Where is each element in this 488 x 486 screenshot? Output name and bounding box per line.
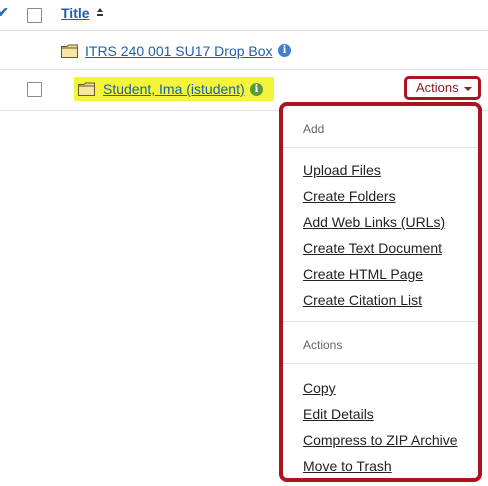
menu-item-edit-details[interactable]: Edit Details: [303, 406, 374, 422]
check-icon[interactable]: ✔: [0, 4, 9, 21]
menu-item-create-text-document[interactable]: Create Text Document: [303, 240, 442, 256]
menu-item-create-citation-list[interactable]: Create Citation List: [303, 292, 422, 308]
menu-divider: [283, 147, 478, 148]
menu-item-compress-zip[interactable]: Compress to ZIP Archive: [303, 432, 458, 448]
folder-link-drop-box[interactable]: ITRS 240 001 SU17 Drop Box: [85, 43, 273, 59]
caret-down-icon: [464, 87, 472, 91]
menu-item-move-to-trash[interactable]: Move to Trash: [303, 458, 392, 474]
menu-item-add-web-links[interactable]: Add Web Links (URLs): [303, 214, 445, 230]
actions-button-label: Actions: [416, 80, 459, 95]
menu-item-upload-files[interactable]: Upload Files: [303, 162, 381, 178]
table-row: ITRS 240 001 SU17 Drop Box i: [0, 31, 488, 70]
menu-item-create-folders[interactable]: Create Folders: [303, 188, 396, 204]
folder-icon: [61, 44, 78, 58]
sort-ascending-icon[interactable]: [96, 7, 104, 17]
actions-button[interactable]: Actions: [404, 76, 481, 100]
menu-divider: [283, 363, 478, 364]
table-header-row: ✔ Title: [0, 0, 488, 31]
menu-section-header-actions: Actions: [303, 338, 343, 352]
folder-link-student[interactable]: Student, Ima (istudent): [103, 81, 245, 97]
title-column-header[interactable]: Title: [61, 5, 90, 21]
folder-icon: [78, 82, 95, 96]
actions-dropdown-menu: Add Upload Files Create Folders Add Web …: [279, 102, 482, 482]
info-icon[interactable]: i: [278, 44, 291, 57]
row-checkbox[interactable]: [27, 82, 42, 97]
select-all-checkbox[interactable]: [27, 8, 42, 23]
menu-item-copy[interactable]: Copy: [303, 380, 336, 396]
menu-section-header-add: Add: [303, 122, 325, 136]
info-icon[interactable]: i: [250, 83, 263, 96]
menu-divider: [283, 321, 478, 322]
menu-item-create-html-page[interactable]: Create HTML Page: [303, 266, 423, 282]
